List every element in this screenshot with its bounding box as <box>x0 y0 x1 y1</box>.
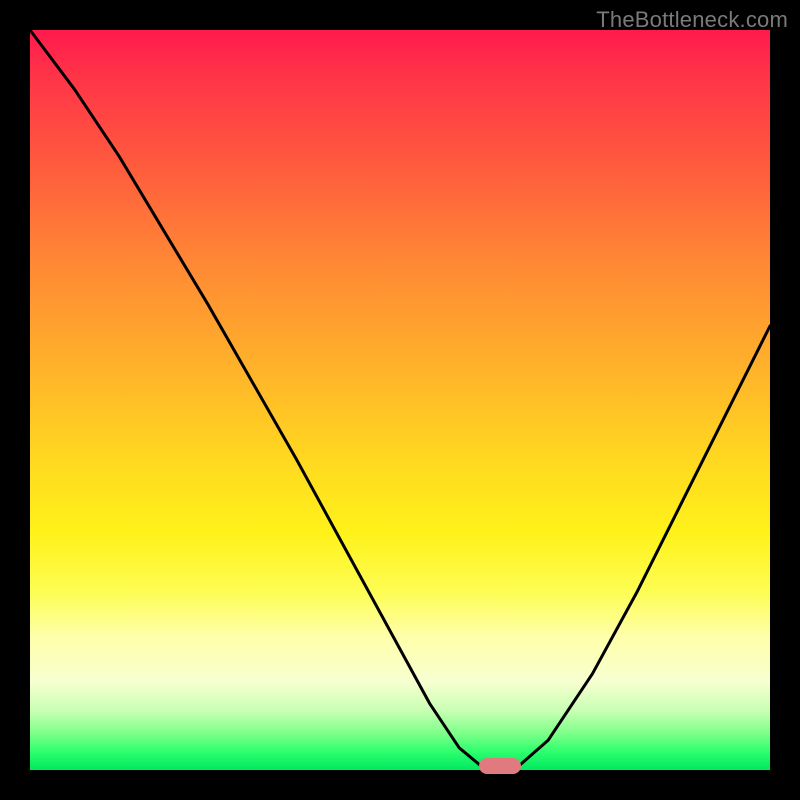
optimum-marker <box>479 758 521 774</box>
watermark-text: TheBottleneck.com <box>596 7 788 33</box>
curve-path <box>30 30 770 770</box>
bottleneck-curve <box>30 30 770 770</box>
chart-frame: TheBottleneck.com <box>0 0 800 800</box>
chart-plot-area <box>30 30 770 770</box>
